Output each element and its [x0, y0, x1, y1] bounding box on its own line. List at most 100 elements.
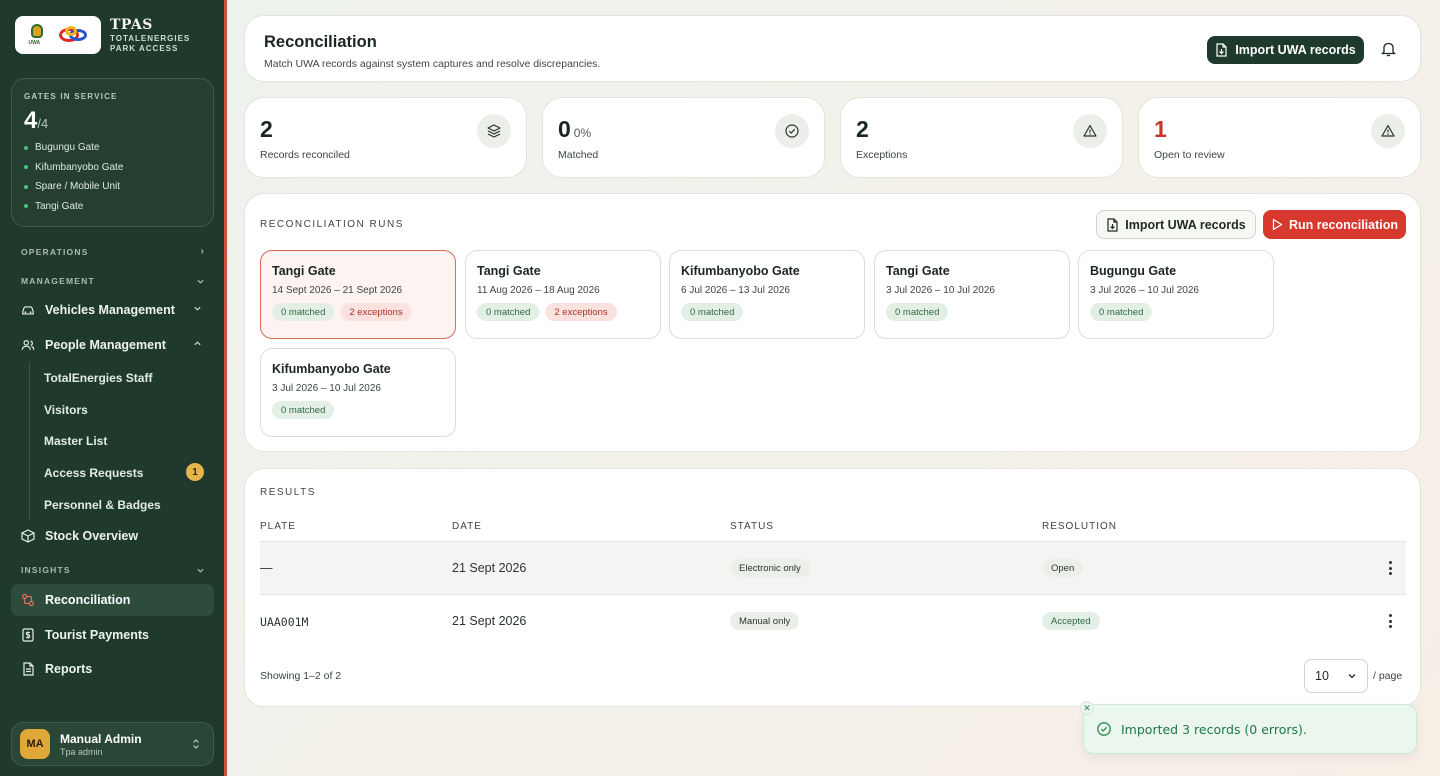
- matched-badge: 0 matched: [272, 303, 335, 321]
- status-dot-icon: [24, 184, 28, 189]
- run-card[interactable]: Tangi Gate 14 Sept 2026 – 21 Sept 2026 0…: [260, 250, 456, 339]
- avatar: MA: [20, 729, 50, 759]
- stat-card-matched: 0 0% Matched: [542, 97, 825, 178]
- status-dot-icon: [24, 165, 28, 170]
- sidebar-item-totalenergies-staff[interactable]: TotalEnergies Staff: [44, 371, 152, 385]
- run-card[interactable]: Tangi Gate 11 Aug 2026 – 18 Aug 2026 0 m…: [465, 250, 661, 339]
- box-icon: [21, 529, 35, 543]
- page-size-select[interactable]: 10: [1304, 659, 1368, 693]
- sidebar-item-master-list[interactable]: Master List: [44, 434, 107, 448]
- run-gate: Bugungu Gate: [1090, 264, 1177, 278]
- stat-label: Matched: [558, 149, 599, 161]
- page-header: Reconciliation Match UWA records against…: [244, 15, 1421, 82]
- run-card[interactable]: Tangi Gate 3 Jul 2026 – 10 Jul 2026 0 ma…: [874, 250, 1070, 339]
- per-page-label: / page: [1373, 670, 1403, 682]
- gate-item: Spare / Mobile Unit: [24, 177, 201, 197]
- date-cell: 21 Sept 2026: [452, 561, 527, 575]
- run-card[interactable]: Bugungu Gate 3 Jul 2026 – 10 Jul 2026 0 …: [1078, 250, 1274, 339]
- gate-item: Kifumbanyobo Gate: [24, 158, 201, 178]
- chevron-right-icon: ›: [200, 246, 205, 257]
- gate-item: Tangi Gate: [24, 197, 201, 217]
- run-dates: 14 Sept 2026 – 21 Sept 2026: [272, 285, 403, 296]
- column-header-status[interactable]: STATUS: [730, 521, 774, 532]
- results-panel: RESULTS PLATE DATE STATUS RESOLUTION — 2…: [244, 468, 1421, 707]
- more-options-icon[interactable]: [1385, 559, 1395, 577]
- document-icon: [21, 662, 35, 676]
- chevron-down-icon: [197, 568, 204, 573]
- submenu-guide-line: [29, 362, 30, 520]
- nav-section-operations[interactable]: OPERATIONS ›: [21, 246, 205, 257]
- import-uwa-records-button[interactable]: Import UWA records: [1207, 36, 1364, 64]
- pagination-summary: Showing 1–2 of 2: [260, 670, 342, 682]
- check-circle-icon: [775, 114, 809, 148]
- page-title: Reconciliation: [264, 33, 377, 51]
- user-name: Manual Admin: [60, 731, 142, 746]
- run-dates: 11 Aug 2026 – 18 Aug 2026: [477, 285, 600, 296]
- stat-card-open-to-review: 1 Open to review: [1138, 97, 1421, 178]
- column-header-resolution[interactable]: RESOLUTION: [1042, 521, 1117, 532]
- status-badge: Electronic only: [730, 559, 810, 577]
- bell-icon[interactable]: [1379, 40, 1397, 58]
- column-header-plate[interactable]: PLATE: [260, 521, 296, 532]
- run-gate: Tangi Gate: [886, 264, 950, 278]
- run-dates: 3 Jul 2026 – 10 Jul 2026: [1090, 285, 1199, 296]
- sidebar-item-reports[interactable]: Reports: [11, 653, 214, 685]
- user-account-menu[interactable]: MA Manual Admin Tpa admin: [11, 722, 214, 766]
- section-label: RESULTS: [260, 487, 316, 498]
- matched-badge: 0 matched: [681, 303, 744, 321]
- table-row[interactable]: — 21 Sept 2026 Electronic only Open: [260, 541, 1406, 594]
- check-circle-icon: [1096, 721, 1112, 742]
- sidebar-item-visitors[interactable]: Visitors: [44, 403, 88, 417]
- status-badge: Manual only: [730, 612, 800, 630]
- success-toast: ✕ Imported 3 records (0 errors).: [1080, 701, 1417, 754]
- run-gate: Kifumbanyobo Gate: [681, 264, 800, 278]
- sidebar-item-tourist-payments[interactable]: Tourist Payments: [11, 619, 214, 651]
- stat-value: 2: [260, 116, 273, 142]
- stat-label: Records reconciled: [260, 149, 350, 161]
- sidebar-item-personnel-badges[interactable]: Personnel & Badges: [44, 498, 161, 512]
- access-requests-badge: 1: [186, 463, 204, 481]
- close-icon[interactable]: ✕: [1080, 701, 1094, 715]
- run-card[interactable]: Kifumbanyobo Gate 3 Jul 2026 – 10 Jul 20…: [260, 348, 456, 437]
- column-header-date[interactable]: DATE: [452, 521, 482, 532]
- layers-icon: [477, 114, 511, 148]
- chevron-down-icon: [197, 279, 204, 284]
- toast-message: Imported 3 records (0 errors).: [1121, 722, 1307, 737]
- exceptions-badge: 2 exceptions: [545, 303, 617, 321]
- users-icon: [21, 338, 35, 352]
- stat-card-records-reconciled: 2 Records reconciled: [244, 97, 527, 178]
- sidebar-item-reconciliation[interactable]: Reconciliation: [11, 584, 214, 616]
- table-row[interactable]: UAA001M 21 Sept 2026 Manual only Accepte…: [260, 594, 1406, 647]
- stat-value: 2: [856, 116, 869, 142]
- brand-subtitle: TOTALENERGIES PARK ACCESS: [110, 33, 191, 53]
- matched-badge: 0 matched: [477, 303, 540, 321]
- run-reconciliation-button[interactable]: Run reconciliation: [1263, 210, 1406, 239]
- gates-count: 4/4: [24, 107, 49, 134]
- nav-section-management[interactable]: MANAGEMENT: [21, 276, 205, 286]
- import-uwa-records-secondary-button[interactable]: Import UWA records: [1096, 210, 1256, 239]
- date-cell: 21 Sept 2026: [452, 614, 527, 628]
- run-dates: 6 Jul 2026 – 13 Jul 2026: [681, 285, 790, 296]
- matched-badge: 0 matched: [272, 401, 335, 419]
- chevron-up-icon: [193, 339, 202, 351]
- sidebar-item-stock[interactable]: Stock Overview: [11, 520, 214, 552]
- stat-value: 1: [1154, 116, 1167, 142]
- sidebar-item-access-requests[interactable]: Access Requests: [44, 466, 143, 480]
- more-options-icon[interactable]: [1385, 612, 1395, 630]
- sidebar-item-people[interactable]: People Management: [11, 329, 214, 361]
- uwa-logo-icon: UWA: [26, 22, 48, 48]
- run-gate: Tangi Gate: [477, 264, 541, 278]
- run-dates: 3 Jul 2026 – 10 Jul 2026: [886, 285, 995, 296]
- stat-label: Open to review: [1154, 149, 1225, 161]
- totalenergies-logo-icon: [57, 24, 91, 46]
- nav-section-insights[interactable]: INSIGHTS: [21, 565, 205, 575]
- plate-cell: UAA001M: [260, 615, 309, 629]
- brand[interactable]: UWA TPAS TOTALENERGIES PARK ACCESS: [15, 16, 190, 54]
- run-card[interactable]: Kifumbanyobo Gate 6 Jul 2026 – 13 Jul 20…: [669, 250, 865, 339]
- sidebar-item-vehicles[interactable]: Vehicles Management: [11, 294, 214, 326]
- stat-card-exceptions: 2 Exceptions: [840, 97, 1123, 178]
- car-icon: [21, 303, 35, 317]
- warning-icon: [1073, 114, 1107, 148]
- run-dates: 3 Jul 2026 – 10 Jul 2026: [272, 383, 381, 394]
- status-dot-icon: [24, 145, 28, 150]
